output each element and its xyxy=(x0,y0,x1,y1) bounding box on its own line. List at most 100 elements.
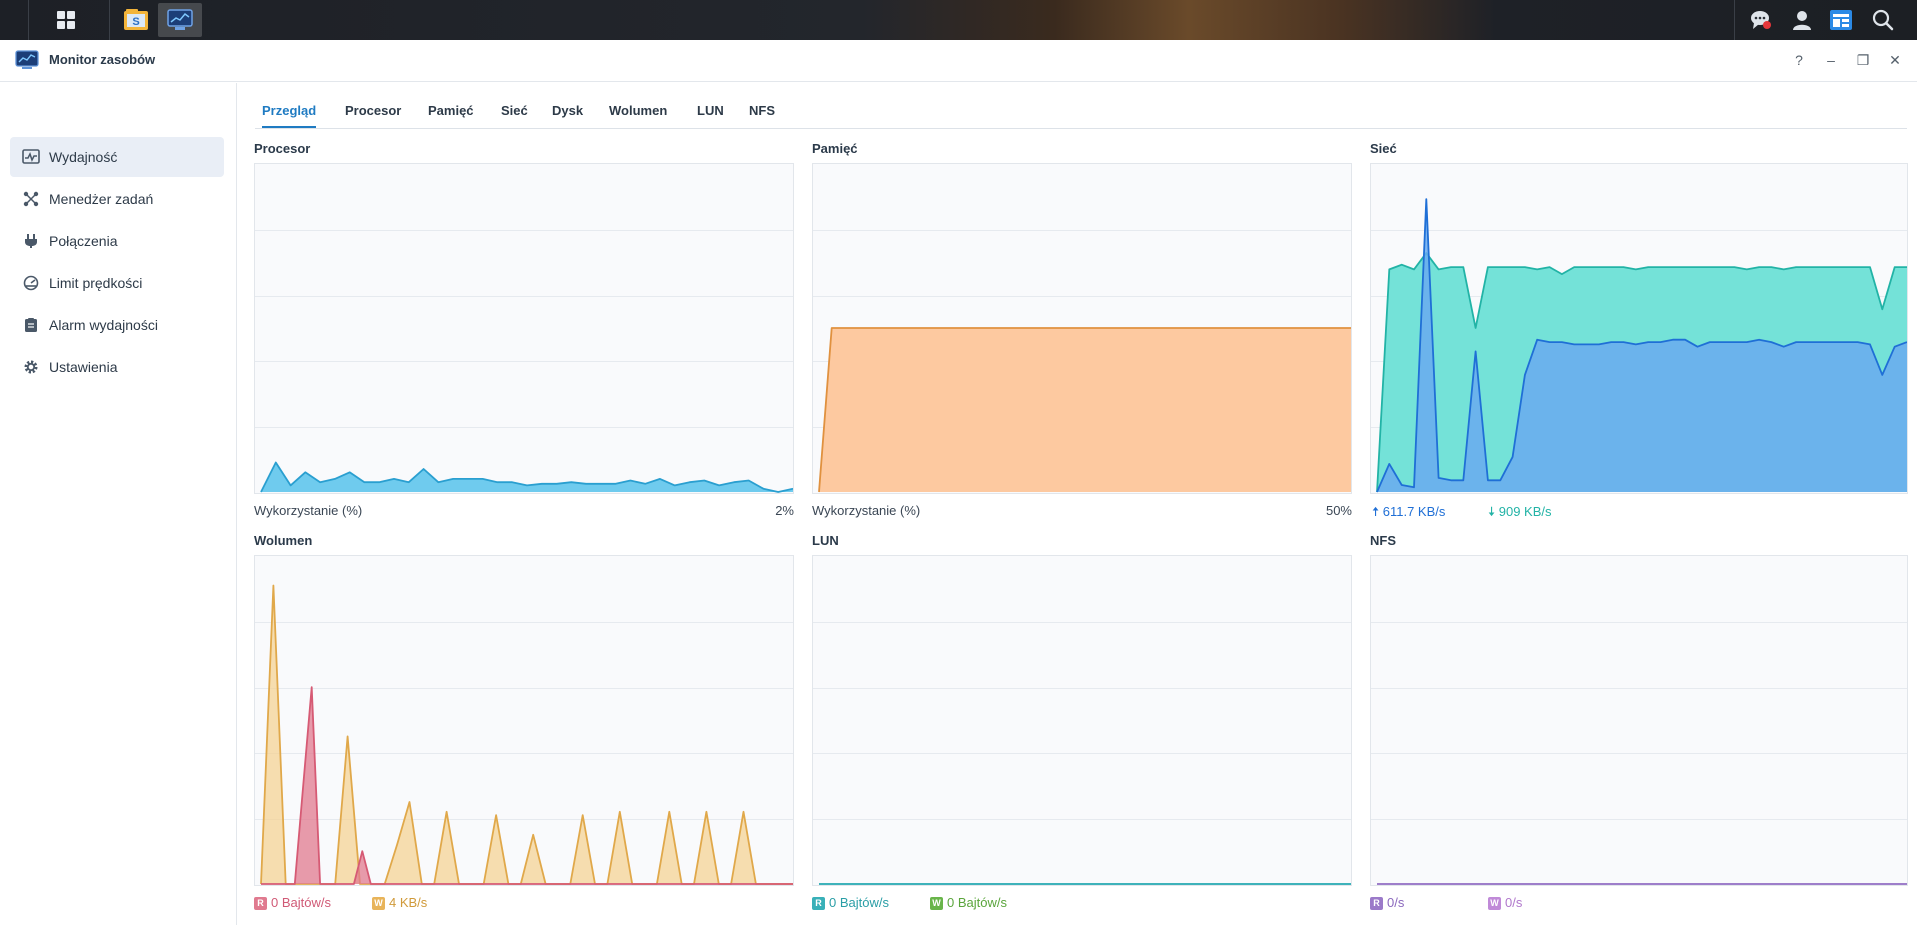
volume-chart-svg xyxy=(255,584,793,885)
speed-limit-icon xyxy=(22,274,40,292)
nfs-read: R 0/s xyxy=(1370,895,1404,910)
sidebar-item-performance-alarm[interactable]: Alarm wydajności xyxy=(10,305,224,345)
cpu-footer-value: 2% xyxy=(775,503,794,518)
chat-icon[interactable] xyxy=(1748,0,1774,40)
network-panel: Sieć 🠅 611.7 KB/s 🠇 909 KB/s xyxy=(1370,141,1908,519)
sidebar-item-label: Połączenia xyxy=(49,233,118,249)
upload-arrow-icon: 🠅 xyxy=(1372,504,1380,519)
download-arrow-icon: 🠇 xyxy=(1488,504,1496,519)
memory-footer-value: 50% xyxy=(1325,503,1352,518)
sidebar-item-task-manager[interactable]: Menedżer zadań xyxy=(10,179,224,219)
resource-monitor-window: Monitor zasobów ? – ❐ ✕ Wydajność Menedż… xyxy=(0,40,1917,925)
file-station-icon[interactable]: S xyxy=(114,3,158,37)
volume-read: R 0 Bajtów/s xyxy=(254,895,331,910)
network-chart-svg xyxy=(1371,198,1907,493)
taskbar-divider xyxy=(1734,0,1735,40)
tab-cpu[interactable]: Procesor xyxy=(345,103,401,126)
volume-write: W 4 KB/s xyxy=(372,895,427,910)
sidebar-item-label: Limit prędkości xyxy=(49,275,143,291)
lun-read-value: 0 Bajtów/s xyxy=(829,895,889,910)
taskbar-divider xyxy=(109,0,110,40)
volume-write-value: 4 KB/s xyxy=(389,895,428,910)
panel-title: Wolumen xyxy=(254,533,313,548)
memory-panel: Pamięć Wykorzystanie (%) 50% xyxy=(812,141,1352,518)
tab-network[interactable]: Sieć xyxy=(501,103,528,126)
lun-write-value: 0 Bajtów/s xyxy=(947,895,1007,910)
network-upload: 🠅 611.7 KB/s xyxy=(1372,503,1445,525)
write-badge: W xyxy=(1488,897,1501,910)
nfs-chart-svg xyxy=(1371,622,1907,885)
close-button[interactable]: ✕ xyxy=(1884,49,1906,71)
user-icon[interactable] xyxy=(1789,0,1815,40)
memory-footer-label: Wykorzystanie (%) xyxy=(812,503,921,518)
svg-text:S: S xyxy=(132,16,139,28)
minimize-button[interactable]: – xyxy=(1820,49,1842,71)
window-titlebar[interactable]: Monitor zasobów ? – ❐ ✕ xyxy=(0,40,1917,82)
resource-monitor-icon xyxy=(15,50,39,70)
cpu-panel: Procesor Wykorzystanie (%) 2% xyxy=(254,141,794,518)
taskbar-divider xyxy=(28,0,29,40)
cpu-chart-svg xyxy=(255,230,793,493)
sidebar-item-label: Alarm wydajności xyxy=(49,317,158,333)
sidebar-item-speed-limit[interactable]: Limit prędkości xyxy=(10,263,224,303)
network-download-value: 909 KB/s xyxy=(1498,504,1552,519)
panel-title: Sieć xyxy=(1370,141,1397,156)
series-area-0 xyxy=(819,328,1351,492)
tab-overview[interactable]: Przegląd xyxy=(262,103,317,128)
widgets-icon[interactable] xyxy=(1828,0,1854,40)
network-upload-value: 611.7 KB/s xyxy=(1382,504,1446,519)
nfs-write-value: 0/s xyxy=(1505,895,1523,910)
search-icon[interactable] xyxy=(1870,0,1896,40)
memory-chart xyxy=(812,163,1352,494)
nfs-chart xyxy=(1370,555,1908,886)
sidebar: Wydajność Menedżer zadań Połączenia Limi… xyxy=(0,83,237,925)
lun-write: W 0 Bajtów/s xyxy=(930,895,1007,910)
tab-memory[interactable]: Pamięć xyxy=(428,103,474,126)
write-badge: W xyxy=(372,897,385,910)
sidebar-item-settings[interactable]: Ustawienia xyxy=(10,347,224,387)
tab-volume[interactable]: Wolumen xyxy=(609,103,667,126)
window-title: Monitor zasobów xyxy=(49,52,156,67)
read-badge: R xyxy=(1370,897,1383,910)
volume-panel: Wolumen R 0 Bajtów/s W 4 KB/s xyxy=(254,533,794,910)
gear-icon xyxy=(22,358,40,376)
network-chart xyxy=(1370,163,1908,494)
panel-title: LUN xyxy=(812,533,839,548)
write-badge: W xyxy=(930,897,943,910)
tab-bar: Przegląd Procesor Pamięć Sieć Dysk Wolum… xyxy=(255,95,1907,129)
lun-panel: LUN R 0 Bajtów/s W 0 Bajtów/s xyxy=(812,533,1352,910)
series-area-1 xyxy=(261,585,793,884)
performance-icon xyxy=(22,148,40,166)
tab-nfs[interactable]: NFS xyxy=(749,103,775,126)
nfs-panel: NFS R 0/s W 0/s xyxy=(1370,533,1908,910)
sidebar-item-label: Wydajność xyxy=(49,149,118,165)
tab-lun[interactable]: LUN xyxy=(697,103,724,126)
restore-button[interactable]: ❐ xyxy=(1852,49,1874,71)
memory-chart-svg xyxy=(813,230,1351,493)
lun-chart xyxy=(812,555,1352,886)
apps-grid-icon[interactable] xyxy=(46,0,86,40)
panel-title: NFS xyxy=(1370,533,1396,548)
cpu-chart xyxy=(254,163,794,494)
sidebar-item-label: Menedżer zadań xyxy=(49,191,154,207)
cpu-footer-label: Wykorzystanie (%) xyxy=(254,503,363,518)
panel-title: Pamięć xyxy=(812,141,858,156)
panel-title: Procesor xyxy=(254,141,311,156)
help-button[interactable]: ? xyxy=(1788,49,1810,71)
read-badge: R xyxy=(254,897,267,910)
volume-chart xyxy=(254,555,794,886)
read-badge: R xyxy=(812,897,825,910)
sidebar-item-connections[interactable]: Połączenia xyxy=(10,221,224,261)
taskbar: S xyxy=(0,0,1917,40)
sidebar-item-performance[interactable]: Wydajność xyxy=(10,137,224,177)
tab-disk[interactable]: Dysk xyxy=(552,103,583,126)
nfs-write: W 0/s xyxy=(1488,895,1522,910)
sidebar-item-label: Ustawienia xyxy=(49,359,118,375)
volume-read-value: 0 Bajtów/s xyxy=(271,895,331,910)
resource-monitor-icon[interactable] xyxy=(158,3,202,37)
network-download: 🠇 909 KB/s xyxy=(1488,503,1552,525)
plug-icon xyxy=(22,232,40,250)
lun-read: R 0 Bajtów/s xyxy=(812,895,889,910)
lun-chart-svg xyxy=(813,622,1351,885)
task-manager-icon xyxy=(22,190,40,208)
